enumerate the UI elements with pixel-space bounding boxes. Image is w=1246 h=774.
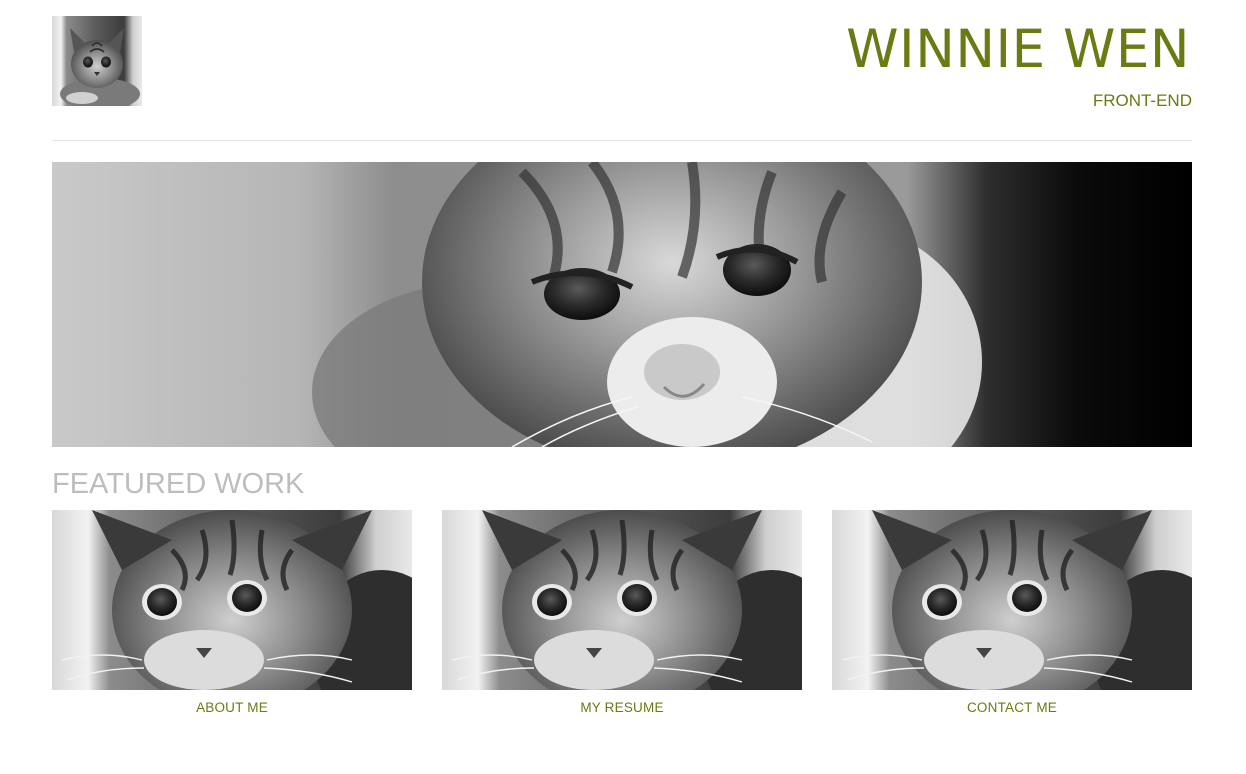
logo[interactable] xyxy=(52,16,142,106)
work-caption: MY RESUME xyxy=(580,700,664,715)
work-item-contact-me[interactable]: CONTACT ME xyxy=(832,510,1192,725)
site-title: WINNIE WEN xyxy=(846,19,1190,80)
kitten-photo-icon xyxy=(52,16,142,106)
kitten-closeup-photo xyxy=(52,162,1192,447)
site-subtitle: FRONT-END xyxy=(1092,91,1192,110)
kitten-photo xyxy=(52,510,412,690)
kitten-photo xyxy=(442,510,802,690)
work-thumbnail xyxy=(52,510,412,690)
featured-work-heading: FEATURED WORK xyxy=(52,468,305,500)
work-thumbnail xyxy=(832,510,1192,690)
work-thumbnail xyxy=(442,510,802,690)
work-item-about-me[interactable]: ABOUT ME xyxy=(52,510,412,725)
work-item-my-resume[interactable]: MY RESUME xyxy=(442,510,802,725)
kitten-photo xyxy=(832,510,1192,690)
hero-banner xyxy=(52,162,1192,447)
work-caption: CONTACT ME xyxy=(966,700,1057,715)
work-caption: ABOUT ME xyxy=(196,700,268,715)
header-divider xyxy=(52,140,1192,141)
